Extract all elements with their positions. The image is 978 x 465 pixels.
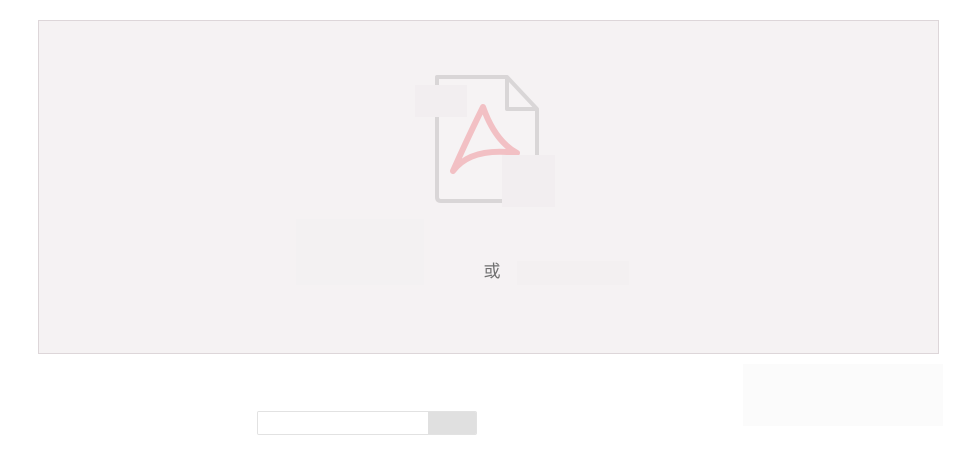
select-file-button[interactable] <box>296 219 424 285</box>
progress-fill <box>258 412 429 434</box>
or-separator: 或 <box>483 262 501 282</box>
placeholder-block <box>415 85 467 117</box>
placeholder-block <box>502 155 555 207</box>
progress-remaining <box>428 412 476 434</box>
pdf-upload-dropzone[interactable]: 或 <box>38 20 939 354</box>
side-panel <box>743 364 943 426</box>
upload-progress-bar <box>257 411 477 435</box>
drop-file-hint <box>517 261 629 285</box>
